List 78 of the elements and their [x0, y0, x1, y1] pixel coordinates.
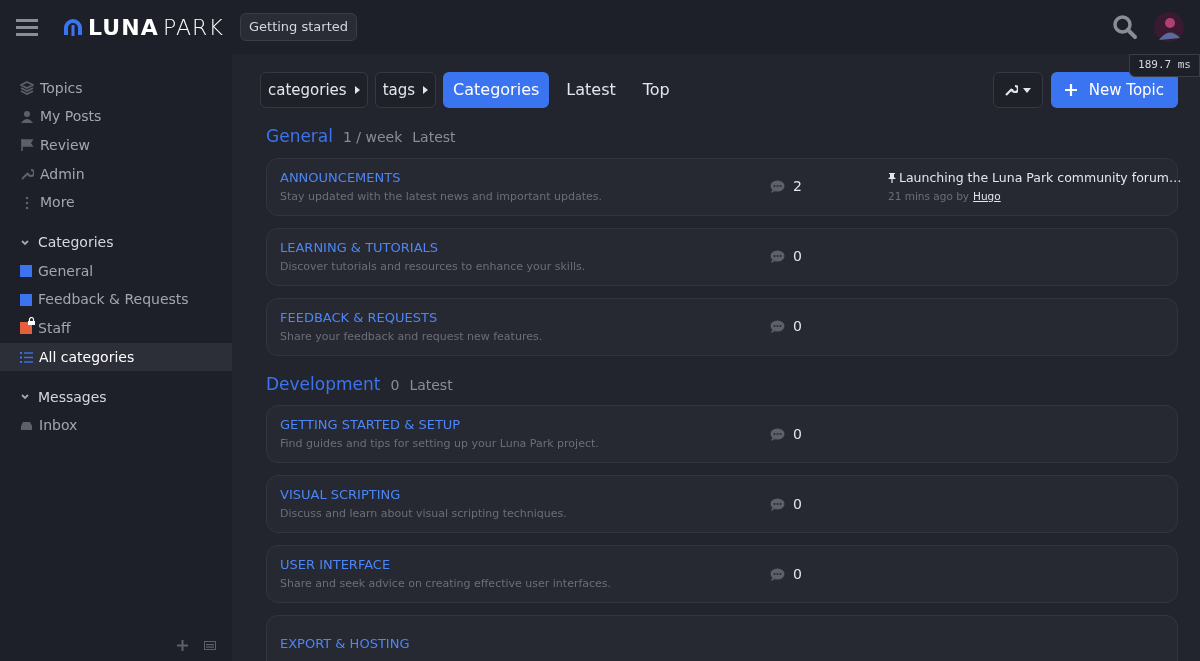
category-card[interactable]: GETTING STARTED & SETUP Find guides and tips for setting up your Luna Park project. 0: [266, 405, 1178, 463]
category-description: Discover tutorials and resources to enhance your skills.: [280, 259, 587, 274]
add-icon[interactable]: [177, 640, 188, 651]
sidebar-item[interactable]: All categories: [0, 342, 232, 372]
comment-icon: [770, 497, 785, 511]
section-heading[interactable]: Categories: [38, 232, 114, 254]
search-icon[interactable]: [1112, 14, 1138, 40]
category-card[interactable]: ANNOUNCEMENTS Stay updated with the latest news and important updates. 2 Launching the Luna Park community forum… 21 mins ago by Hugo: [266, 157, 1178, 216]
comment-icon: [770, 427, 785, 441]
nav-tab[interactable]: Categories: [443, 72, 550, 108]
category-description: Stay updated with the latest news and important updates.: [280, 189, 604, 204]
group-stats: 1 / week: [343, 128, 403, 147]
keyboard-icon[interactable]: [204, 641, 216, 650]
category-title[interactable]: USER INTERFACE: [280, 557, 770, 573]
sidebar-link[interactable]: Review: [40, 135, 90, 156]
flag-icon: [20, 138, 34, 153]
caret-icon: [1023, 87, 1032, 93]
sidebar-item[interactable]: Staff: [0, 314, 232, 343]
filter-dropdown[interactable]: tags: [374, 72, 437, 108]
category-card[interactable]: USER INTERFACE Share and seek advice on creating effective user interfaces. 0: [266, 545, 1178, 603]
category-title[interactable]: ANNOUNCEMENTS: [280, 169, 770, 186]
category-description: Share your feedback and request new features.: [280, 329, 544, 344]
nav-tab[interactable]: Top: [632, 72, 680, 108]
category-title[interactable]: GETTING STARTED & SETUP: [280, 417, 770, 433]
category-description: Share and seek advice on creating effective user interfaces.: [280, 577, 613, 591]
sidebar-link[interactable]: More: [40, 192, 75, 214]
filter-dropdown[interactable]: categories: [260, 72, 368, 108]
topic-count: 2: [793, 177, 802, 196]
topic-count: 0: [793, 247, 802, 266]
wrench-menu-button[interactable]: [992, 72, 1043, 108]
author-link[interactable]: Hugo: [973, 188, 1001, 205]
topic-count: 0: [793, 317, 802, 336]
timing-label: 189.7 ms: [1129, 54, 1200, 77]
category-card[interactable]: LEARNING & TUTORIALS Discover tutorials and resources to enhance your skills. 0: [266, 227, 1178, 286]
avatar[interactable]: [1154, 12, 1184, 42]
sidebar-link[interactable]: Admin: [40, 163, 85, 185]
category-description: Discuss and learn about visual scripting techniques.: [280, 507, 568, 521]
caret-icon: [354, 86, 360, 94]
category-card[interactable]: FEEDBACK & REQUESTS Share your feedback and request new features. 0: [266, 297, 1178, 356]
layers-icon: [20, 81, 34, 96]
plus-icon: [1064, 84, 1077, 96]
group-heading[interactable]: Development: [266, 371, 381, 397]
user-icon: [20, 109, 34, 124]
topic-age: 21 mins ago by: [888, 188, 970, 204]
list-icon: [20, 351, 33, 363]
logo-icon: [62, 17, 84, 37]
sidebar-item[interactable]: Feedback & Requests: [0, 285, 232, 315]
sidebar-item[interactable]: General: [0, 256, 232, 286]
nav-tab[interactable]: Latest: [556, 72, 626, 108]
chevron-icon[interactable]: [20, 237, 30, 248]
category-title[interactable]: VISUAL SCRIPTING: [280, 487, 770, 503]
inbox-icon: [20, 420, 33, 431]
comment-icon: [770, 180, 785, 193]
latest-label: Latest: [412, 128, 456, 147]
sidebar-item[interactable]: Inbox: [0, 411, 232, 440]
category-title[interactable]: LEARNING & TUTORIALS: [280, 239, 770, 256]
topic-count: 0: [793, 564, 802, 584]
category-card[interactable]: VISUAL SCRIPTING Discuss and learn about visual scripting techniques. 0: [266, 475, 1178, 533]
group-heading[interactable]: General: [266, 124, 333, 150]
section-heading[interactable]: Messages: [38, 386, 107, 408]
sidebar-link[interactable]: My Posts: [40, 106, 102, 128]
menu-icon[interactable]: [16, 18, 38, 36]
logo-text: LUNA PARK: [88, 13, 224, 42]
comment-icon: [770, 567, 785, 581]
category-title[interactable]: FEEDBACK & REQUESTS: [280, 309, 770, 326]
category-title[interactable]: EXPORT & HOSTING: [280, 636, 770, 652]
category-description: Find guides and tips for setting up your Luna Park project.: [280, 437, 600, 451]
new-topic-button[interactable]: New Topic: [1050, 72, 1178, 108]
getting-started-badge[interactable]: Getting started: [239, 13, 357, 41]
latest-label: Latest: [409, 375, 453, 395]
category-card[interactable]: EXPORT & HOSTING: [266, 615, 1178, 661]
group-stats: 0: [390, 375, 400, 395]
comment-icon: [770, 320, 785, 333]
sidebar-link[interactable]: Topics: [40, 77, 83, 99]
topic-count: 0: [793, 494, 802, 514]
topic-count: 0: [793, 424, 802, 444]
comment-icon: [770, 250, 785, 263]
caret-icon: [423, 86, 429, 94]
